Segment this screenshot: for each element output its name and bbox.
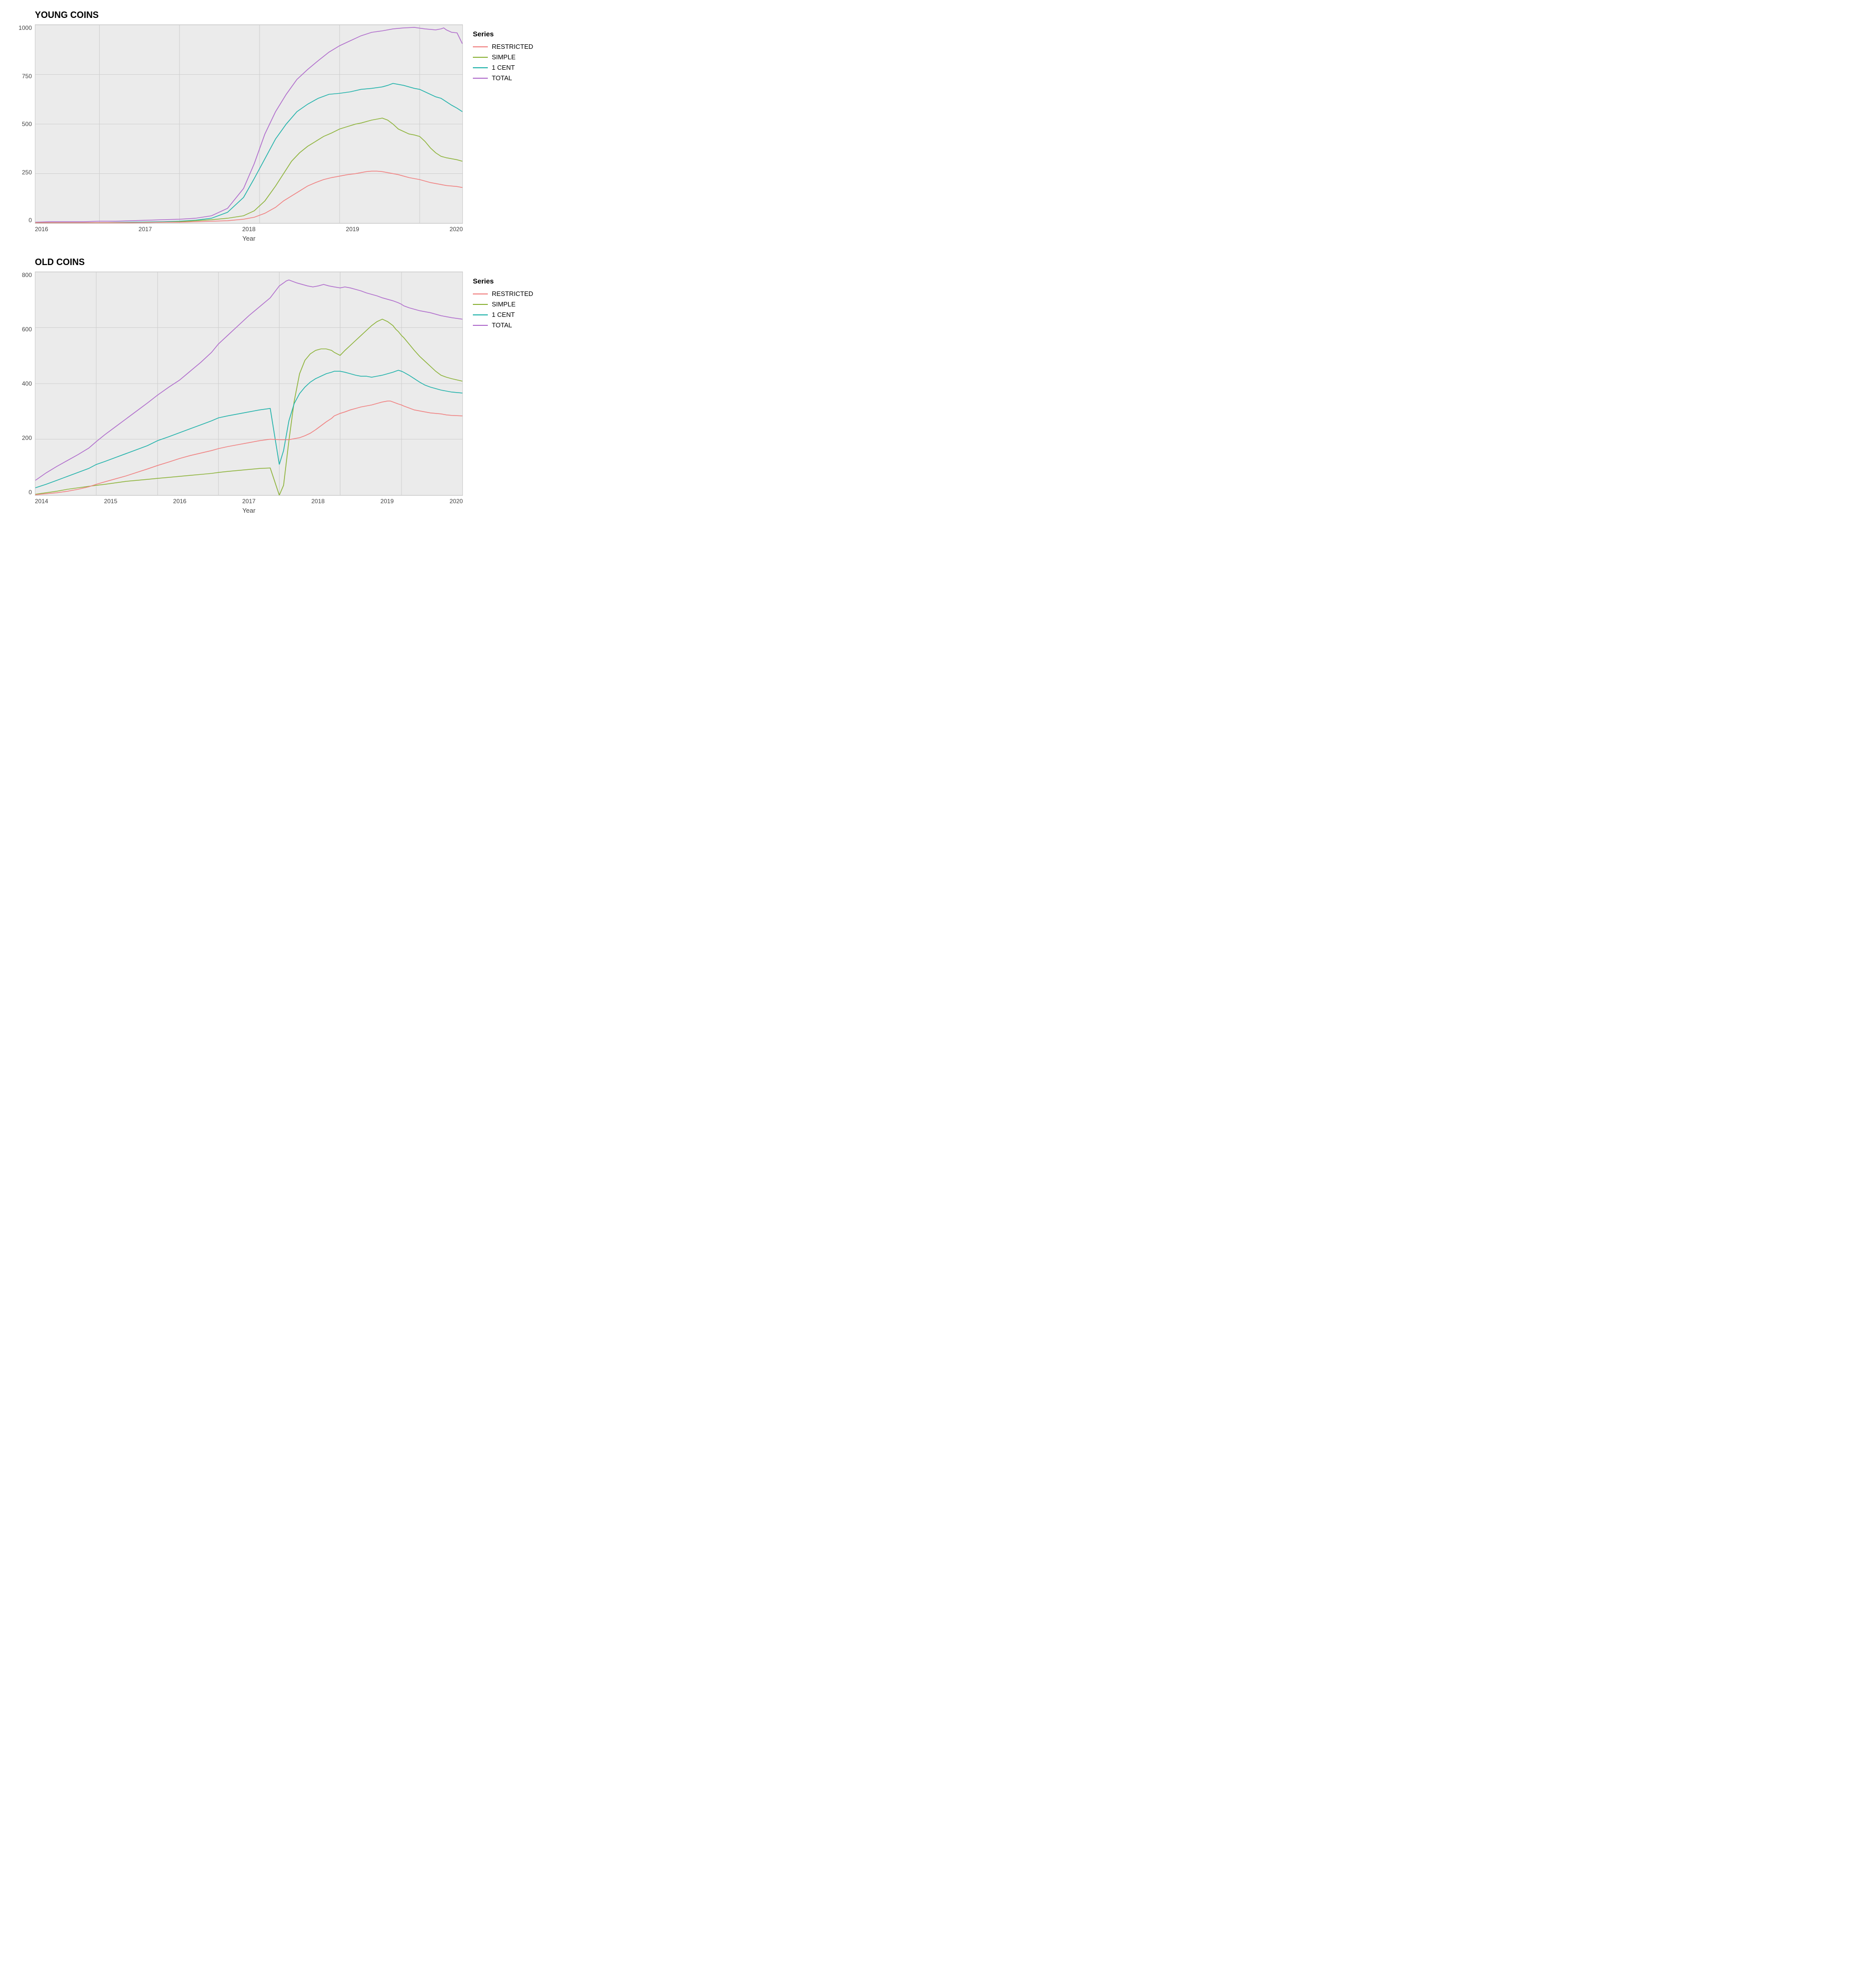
x-label: 2020 <box>449 226 463 233</box>
y-label: 600 <box>22 326 32 333</box>
x-label: 2017 <box>139 226 152 233</box>
legend-line-restricted-2 <box>473 293 488 294</box>
legend-label-restricted-2: RESTRICTED <box>492 290 533 297</box>
y-label: 200 <box>22 434 32 441</box>
legend-label-simple: SIMPLE <box>492 53 516 61</box>
young-coins-section: YOUNG COINS 1000 750 500 250 0 <box>10 10 538 242</box>
x-label: 2018 <box>311 498 325 505</box>
x-label: 2020 <box>449 498 463 505</box>
legend-item-total-2: TOTAL <box>473 321 533 329</box>
young-coins-area: 1000 750 500 250 0 <box>10 24 463 224</box>
young-coins-x-title: Year <box>242 235 255 242</box>
old-coins-legend: Series RESTRICTED SIMPLE 1 CENT TOTAL <box>468 272 538 334</box>
legend-line-1cent <box>473 67 488 68</box>
x-label: 2016 <box>173 498 186 505</box>
old-coins-chart <box>35 272 463 496</box>
legend-label-total: TOTAL <box>492 74 512 82</box>
x-label: 2018 <box>242 226 256 233</box>
x-label: 2017 <box>242 498 256 505</box>
young-coins-legend: Series RESTRICTED SIMPLE 1 CENT TOTAL <box>468 25 538 87</box>
legend-item-restricted: RESTRICTED <box>473 43 533 50</box>
legend-label-1cent: 1 CENT <box>492 64 515 71</box>
y-label: 250 <box>22 169 32 176</box>
young-coins-title: YOUNG COINS <box>35 10 463 20</box>
legend-item-simple: SIMPLE <box>473 53 533 61</box>
y-label: 500 <box>22 121 32 128</box>
legend-line-total <box>473 78 488 79</box>
legend-label-simple-2: SIMPLE <box>492 300 516 308</box>
x-label: 2019 <box>381 498 394 505</box>
old-coins-svg <box>35 272 462 495</box>
legend-item-restricted-2: RESTRICTED <box>473 290 533 297</box>
legend-label-total-2: TOTAL <box>492 321 512 329</box>
x-label: 2014 <box>35 498 48 505</box>
legend-line-simple-2 <box>473 304 488 305</box>
young-coins-svg <box>35 25 462 223</box>
old-coins-area: 800 600 400 200 0 <box>10 272 463 496</box>
x-label: 2016 <box>35 226 48 233</box>
legend-item-1cent: 1 CENT <box>473 64 533 71</box>
y-label: 800 <box>22 272 32 279</box>
y-label: 0 <box>28 489 32 496</box>
legend-title: Series <box>473 30 533 38</box>
old-coins-wrapper: OLD COINS 800 600 400 200 0 <box>10 257 463 514</box>
old-coins-section: OLD COINS 800 600 400 200 0 <box>10 257 538 514</box>
young-coins-wrapper: YOUNG COINS 1000 750 500 250 0 <box>10 10 463 242</box>
old-coins-y-axis: 800 600 400 200 0 <box>10 272 35 496</box>
y-label: 0 <box>28 217 32 224</box>
old-coins-x-title: Year <box>242 507 255 514</box>
old-coins-x-labels: 2014 2015 2016 2017 2018 2019 2020 <box>35 498 463 505</box>
legend-line-total-2 <box>473 325 488 326</box>
old-coins-title: OLD COINS <box>35 257 463 268</box>
y-label: 750 <box>22 73 32 80</box>
young-coins-chart <box>35 24 463 224</box>
y-label: 400 <box>22 380 32 387</box>
young-coins-x-labels: 2016 2017 2018 2019 2020 <box>35 226 463 233</box>
young-coins-y-axis: 1000 750 500 250 0 <box>10 24 35 224</box>
legend-title-2: Series <box>473 277 533 285</box>
old-coins-x-axis: 2014 2015 2016 2017 2018 2019 2020 Year <box>35 496 463 514</box>
legend-label-restricted: RESTRICTED <box>492 43 533 50</box>
y-label: 1000 <box>18 24 32 31</box>
legend-line-1cent-2 <box>473 314 488 315</box>
young-coins-x-axis: 2016 2017 2018 2019 2020 Year <box>35 224 463 242</box>
legend-item-total: TOTAL <box>473 74 533 82</box>
legend-line-simple <box>473 57 488 58</box>
legend-item-simple-2: SIMPLE <box>473 300 533 308</box>
legend-label-1cent-2: 1 CENT <box>492 311 515 318</box>
legend-line-restricted <box>473 46 488 47</box>
page-container: YOUNG COINS 1000 750 500 250 0 <box>10 10 538 514</box>
x-label: 2019 <box>346 226 359 233</box>
x-label: 2015 <box>104 498 118 505</box>
legend-item-1cent-2: 1 CENT <box>473 311 533 318</box>
